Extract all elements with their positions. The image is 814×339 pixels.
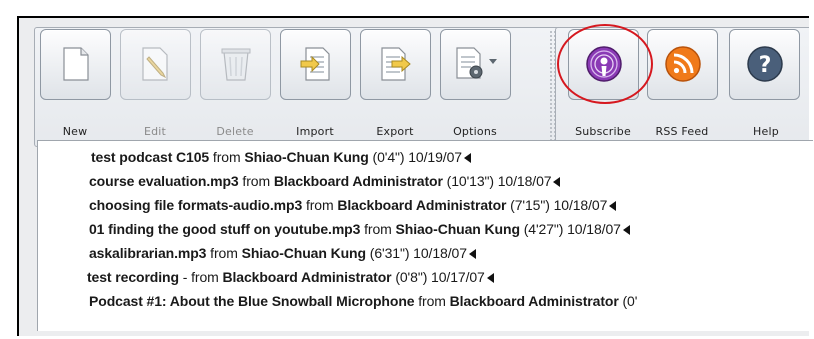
options-label: Options <box>453 125 497 138</box>
rss-feed-label: RSS Feed <box>655 125 709 138</box>
new-button[interactable] <box>40 29 111 100</box>
help-button[interactable]: ? <box>729 29 800 100</box>
trash-icon <box>221 48 251 81</box>
play-arrow-icon[interactable] <box>609 201 617 211</box>
edit-pencil-icon <box>142 47 168 81</box>
delete-label: Delete <box>216 125 254 138</box>
play-arrow-icon[interactable] <box>553 177 561 187</box>
import-icon <box>300 47 330 81</box>
rss-icon <box>665 46 701 82</box>
delete-button[interactable] <box>200 29 271 100</box>
help-icon: ? <box>747 46 783 82</box>
play-arrow-icon[interactable] <box>468 249 476 259</box>
svg-text:?: ? <box>759 53 772 78</box>
options-gear-icon <box>456 47 497 79</box>
import-label: Import <box>296 125 334 138</box>
list-item[interactable]: Podcast #1: About the Blue Snowball Micr… <box>89 293 637 309</box>
new-label: New <box>62 125 88 138</box>
new-document-icon <box>63 47 89 81</box>
export-label: Export <box>376 125 414 138</box>
play-arrow-icon[interactable] <box>463 153 471 163</box>
list-item[interactable]: askalibrarian.mp3 from Shiao-Chuan Kung … <box>89 245 476 261</box>
play-arrow-icon[interactable] <box>486 273 494 283</box>
annotation-circle <box>557 24 653 104</box>
edit-label: Edit <box>143 125 167 138</box>
export-icon <box>381 47 411 81</box>
edit-button[interactable] <box>120 29 191 100</box>
episode-list: test podcast C105 from Shiao-Chuan Kung … <box>37 140 813 331</box>
list-item[interactable]: course evaluation.mp3 from Blackboard Ad… <box>89 173 561 189</box>
list-item[interactable]: choosing file formats-audio.mp3 from Bla… <box>89 197 617 213</box>
import-button[interactable] <box>280 29 351 100</box>
list-item[interactable]: test recording - from Blackboard Adminis… <box>87 269 494 285</box>
rss-feed-button[interactable] <box>647 29 718 100</box>
options-button[interactable] <box>440 29 511 100</box>
list-item[interactable]: 01 finding the good stuff on youtube.mp3… <box>89 221 630 237</box>
export-button[interactable] <box>360 29 431 100</box>
help-label: Help <box>753 125 779 138</box>
play-arrow-icon[interactable] <box>622 225 630 235</box>
list-item[interactable]: test podcast C105 from Shiao-Chuan Kung … <box>91 149 471 165</box>
subscribe-label: Subscribe <box>575 125 631 138</box>
